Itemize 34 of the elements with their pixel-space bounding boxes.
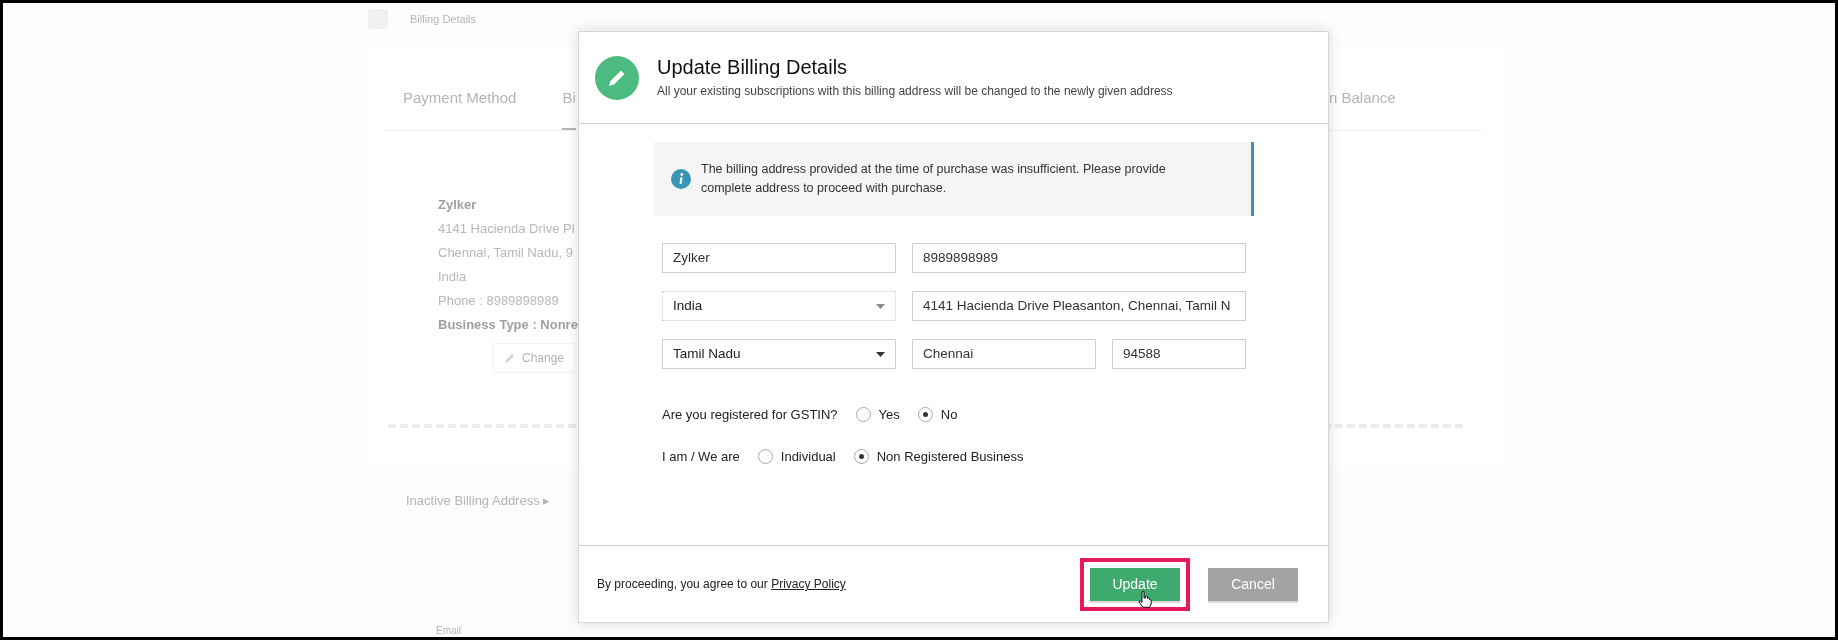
info-icon xyxy=(671,169,691,189)
input-field[interactable]: 4141 Hacienda Drive Pleasanton, Chennai, Tamil N xyxy=(912,291,1246,321)
radio-button[interactable] xyxy=(757,448,773,464)
address-line: India xyxy=(438,268,468,286)
field-label: Email xyxy=(436,624,461,637)
address-line: Chennai, Tamil Nadu, 9 xyxy=(438,244,574,262)
option-label: Non Registered Business xyxy=(876,447,1024,466)
option-label: Yes xyxy=(878,406,900,424)
caret-icon xyxy=(876,351,885,357)
input-field[interactable]: 8989898989 xyxy=(912,243,1246,273)
address-line: 4141 Hacienda Drive Pl xyxy=(438,220,576,238)
question-label: Are you registered for GSTIN? xyxy=(662,406,838,424)
option-label: Individual xyxy=(780,447,836,466)
question-label: I am / We are xyxy=(662,447,740,466)
input-field[interactable]: Chennai xyxy=(912,339,1096,369)
privacy-policy-link[interactable]: Privacy Policy xyxy=(771,577,846,591)
address-line: Business Type : Nonre xyxy=(438,316,578,334)
pencil-icon xyxy=(504,352,516,364)
caret-icon xyxy=(876,303,885,309)
notice-text: The billing address provided at the time of purchase was insufficient. Please provide complete address to proceed with purchase. xyxy=(701,161,1167,197)
address-line: Zylker xyxy=(438,196,478,214)
dialog-title: Update Billing Details xyxy=(657,55,849,79)
address-line: Phone : 8989898989 xyxy=(438,292,560,310)
breadcrumb-title: Billing Details xyxy=(410,11,477,27)
radio-button[interactable] xyxy=(855,407,871,423)
radio-button[interactable] xyxy=(853,448,869,464)
dialog-subtitle: All your existing subscriptions with this billing address will be changed to the newly given address xyxy=(657,83,1173,100)
radio-button[interactable] xyxy=(917,407,933,423)
input-field[interactable]: Zylker xyxy=(662,243,896,273)
option-label: No xyxy=(940,406,958,424)
select-field[interactable]: Tamil Nadu xyxy=(662,339,896,369)
consent-text: By proceeding, you agree to our Privacy Policy xyxy=(597,576,846,593)
pencil-icon xyxy=(595,55,639,100)
input-field[interactable]: 94588 xyxy=(1112,339,1246,369)
